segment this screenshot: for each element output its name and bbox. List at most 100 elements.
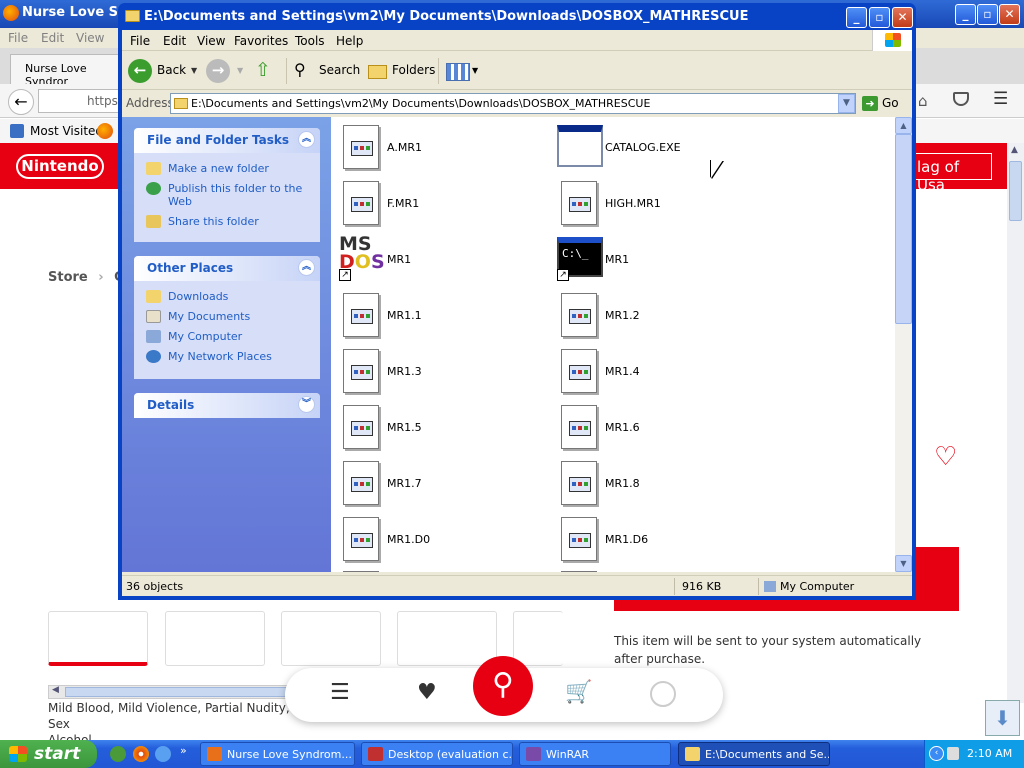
cart-icon[interactable]: 🛒 bbox=[565, 680, 592, 705]
menu-favorites[interactable]: Favorites bbox=[234, 34, 288, 48]
taskbar-button[interactable]: Desktop (evaluation c... bbox=[361, 742, 513, 766]
collapse-icon[interactable]: ︽ bbox=[298, 259, 315, 276]
explorer-close-button[interactable]: ✕ bbox=[892, 7, 913, 28]
views-icon[interactable] bbox=[446, 63, 470, 81]
place-my-documents[interactable]: My Documents bbox=[146, 310, 320, 323]
thumbnail[interactable] bbox=[165, 611, 265, 666]
pocket-icon[interactable] bbox=[953, 92, 969, 106]
file-item[interactable]: MR1.4 bbox=[557, 347, 757, 399]
firefox-tab[interactable]: Nurse Love Syndror bbox=[10, 54, 125, 88]
firefox-url-bar[interactable]: https: bbox=[38, 89, 128, 113]
back-dropdown-icon[interactable]: ▼ bbox=[191, 57, 197, 85]
file-item[interactable]: A.MR1 bbox=[339, 123, 539, 175]
go-button[interactable]: ➜ Go bbox=[862, 96, 899, 111]
show-hidden-icons-icon[interactable]: ‹ bbox=[929, 746, 944, 761]
file-item[interactable]: C:\_ ↗ MR1 bbox=[557, 235, 757, 287]
account-icon[interactable] bbox=[650, 681, 676, 707]
file-item-partial[interactable] bbox=[557, 571, 757, 572]
volume-icon[interactable] bbox=[947, 747, 959, 760]
breadcrumb-store[interactable]: Store bbox=[48, 270, 88, 285]
firefox-close-button[interactable]: ✕ bbox=[999, 4, 1020, 25]
folders-icon[interactable] bbox=[368, 65, 387, 79]
scroll-up-icon[interactable]: ▲ bbox=[1011, 145, 1018, 155]
file-item[interactable]: MR1.D0 bbox=[339, 515, 539, 567]
thumbnail[interactable] bbox=[397, 611, 497, 666]
back-button[interactable]: Back bbox=[157, 57, 186, 85]
search-icon[interactable]: ⚲ bbox=[473, 656, 533, 716]
explorer-maximize-button[interactable]: ▫ bbox=[869, 7, 890, 28]
chrome-icon[interactable] bbox=[133, 746, 149, 762]
file-item[interactable]: MR1.5 bbox=[339, 403, 539, 455]
firefox-maximize-button[interactable]: ▫ bbox=[977, 4, 998, 25]
file-item[interactable]: HIGH.MR1 bbox=[557, 179, 757, 231]
quicklaunch-more-icon[interactable]: » bbox=[180, 744, 187, 757]
address-input[interactable]: E:\Documents and Settings\vm2\My Documen… bbox=[170, 93, 856, 114]
firefox-menu-edit[interactable]: Edit bbox=[41, 31, 64, 45]
file-item[interactable]: MR1.7 bbox=[339, 459, 539, 511]
panel-header[interactable]: Details ︾ bbox=[134, 393, 320, 418]
folders-button[interactable]: Folders bbox=[392, 57, 435, 85]
scrollbar-thumb[interactable] bbox=[1009, 161, 1022, 221]
place-network[interactable]: My Network Places bbox=[146, 350, 320, 363]
scrollbar-thumb[interactable] bbox=[65, 687, 293, 697]
place-downloads[interactable]: Downloads bbox=[146, 290, 320, 303]
taskbar-button[interactable]: WinRAR bbox=[519, 742, 671, 766]
file-list-scrollbar[interactable]: ▲ ▼ bbox=[895, 117, 912, 572]
panel-header[interactable]: File and Folder Tasks ︽ bbox=[134, 128, 320, 153]
download-icon[interactable]: ⬇ bbox=[985, 700, 1020, 736]
firefox-menu-file[interactable]: File bbox=[8, 31, 28, 45]
search-icon[interactable]: ⚲ bbox=[294, 57, 306, 85]
task-share-folder[interactable]: Share this folder bbox=[146, 215, 320, 228]
panel-header[interactable]: Other Places ︽ bbox=[134, 256, 320, 281]
file-item[interactable]: MS DOS ↗ MR1 bbox=[339, 235, 539, 287]
search-button[interactable]: Search bbox=[319, 57, 360, 85]
explorer-minimize-button[interactable]: _ bbox=[846, 7, 867, 28]
thumbnail-scrollbar[interactable]: ◀ bbox=[48, 685, 293, 699]
ie-icon[interactable] bbox=[155, 746, 171, 762]
taskbar-button[interactable]: Nurse Love Syndrom... bbox=[200, 742, 355, 766]
nintendo-logo[interactable]: Nintendo bbox=[16, 154, 104, 179]
menu-view[interactable]: View bbox=[197, 34, 225, 48]
firefox-page-scrollbar[interactable]: ▲ bbox=[1007, 143, 1024, 703]
scroll-down-icon[interactable]: ▼ bbox=[895, 555, 912, 572]
task-make-folder[interactable]: Make a new folder bbox=[146, 162, 320, 175]
scrollbar-thumb[interactable] bbox=[895, 134, 912, 324]
most-visited-bookmark[interactable]: Most Visited bbox=[30, 124, 103, 138]
scroll-left-icon[interactable]: ◀ bbox=[52, 685, 59, 695]
quicklaunch-icon[interactable] bbox=[110, 746, 126, 762]
file-item[interactable]: MR1.6 bbox=[557, 403, 757, 455]
task-publish-web[interactable]: Publish this folder to the Web bbox=[146, 182, 320, 208]
taskbar-button[interactable]: E:\Documents and Se... bbox=[678, 742, 830, 766]
file-item[interactable]: MR1.3 bbox=[339, 347, 539, 399]
thumbnail[interactable] bbox=[281, 611, 381, 666]
wishlist-icon[interactable]: ♥ bbox=[417, 680, 437, 705]
address-dropdown-icon[interactable]: ▼ bbox=[838, 94, 855, 113]
menu-icon[interactable]: ☰ bbox=[330, 680, 350, 705]
menu-help[interactable]: Help bbox=[336, 34, 363, 48]
views-dropdown-icon[interactable]: ▼ bbox=[472, 57, 478, 85]
file-item[interactable]: MR1.1 bbox=[339, 291, 539, 343]
start-button[interactable]: start bbox=[0, 740, 97, 768]
menu-tools[interactable]: Tools bbox=[295, 34, 325, 48]
hamburger-menu-icon[interactable]: ☰ bbox=[993, 89, 1008, 109]
file-item-partial[interactable] bbox=[339, 571, 539, 572]
back-arrow-icon[interactable]: ← bbox=[128, 59, 152, 83]
place-my-computer[interactable]: My Computer bbox=[146, 330, 320, 343]
wishlist-heart-icon[interactable]: ♡ bbox=[934, 442, 957, 472]
file-item[interactable]: MR1.D6 bbox=[557, 515, 757, 567]
file-item[interactable]: MR1.8 bbox=[557, 459, 757, 511]
nintendo-search-box[interactable]: lag of Usa bbox=[912, 153, 992, 194]
firefox-bookmark-icon[interactable] bbox=[97, 123, 113, 139]
thumbnail[interactable] bbox=[48, 611, 148, 666]
expand-icon[interactable]: ︾ bbox=[298, 396, 315, 413]
file-item[interactable]: MR1.2 bbox=[557, 291, 757, 343]
collapse-icon[interactable]: ︽ bbox=[298, 131, 315, 148]
firefox-minimize-button[interactable]: _ bbox=[955, 4, 976, 25]
file-item[interactable]: F.MR1 bbox=[339, 179, 539, 231]
firefox-menu-view[interactable]: View bbox=[76, 31, 104, 45]
file-item[interactable]: CATALOG.EXE bbox=[557, 123, 757, 175]
up-folder-icon[interactable]: ⇧ bbox=[255, 57, 271, 85]
menu-file[interactable]: File bbox=[130, 34, 150, 48]
menu-edit[interactable]: Edit bbox=[163, 34, 186, 48]
scroll-up-icon[interactable]: ▲ bbox=[895, 117, 912, 134]
